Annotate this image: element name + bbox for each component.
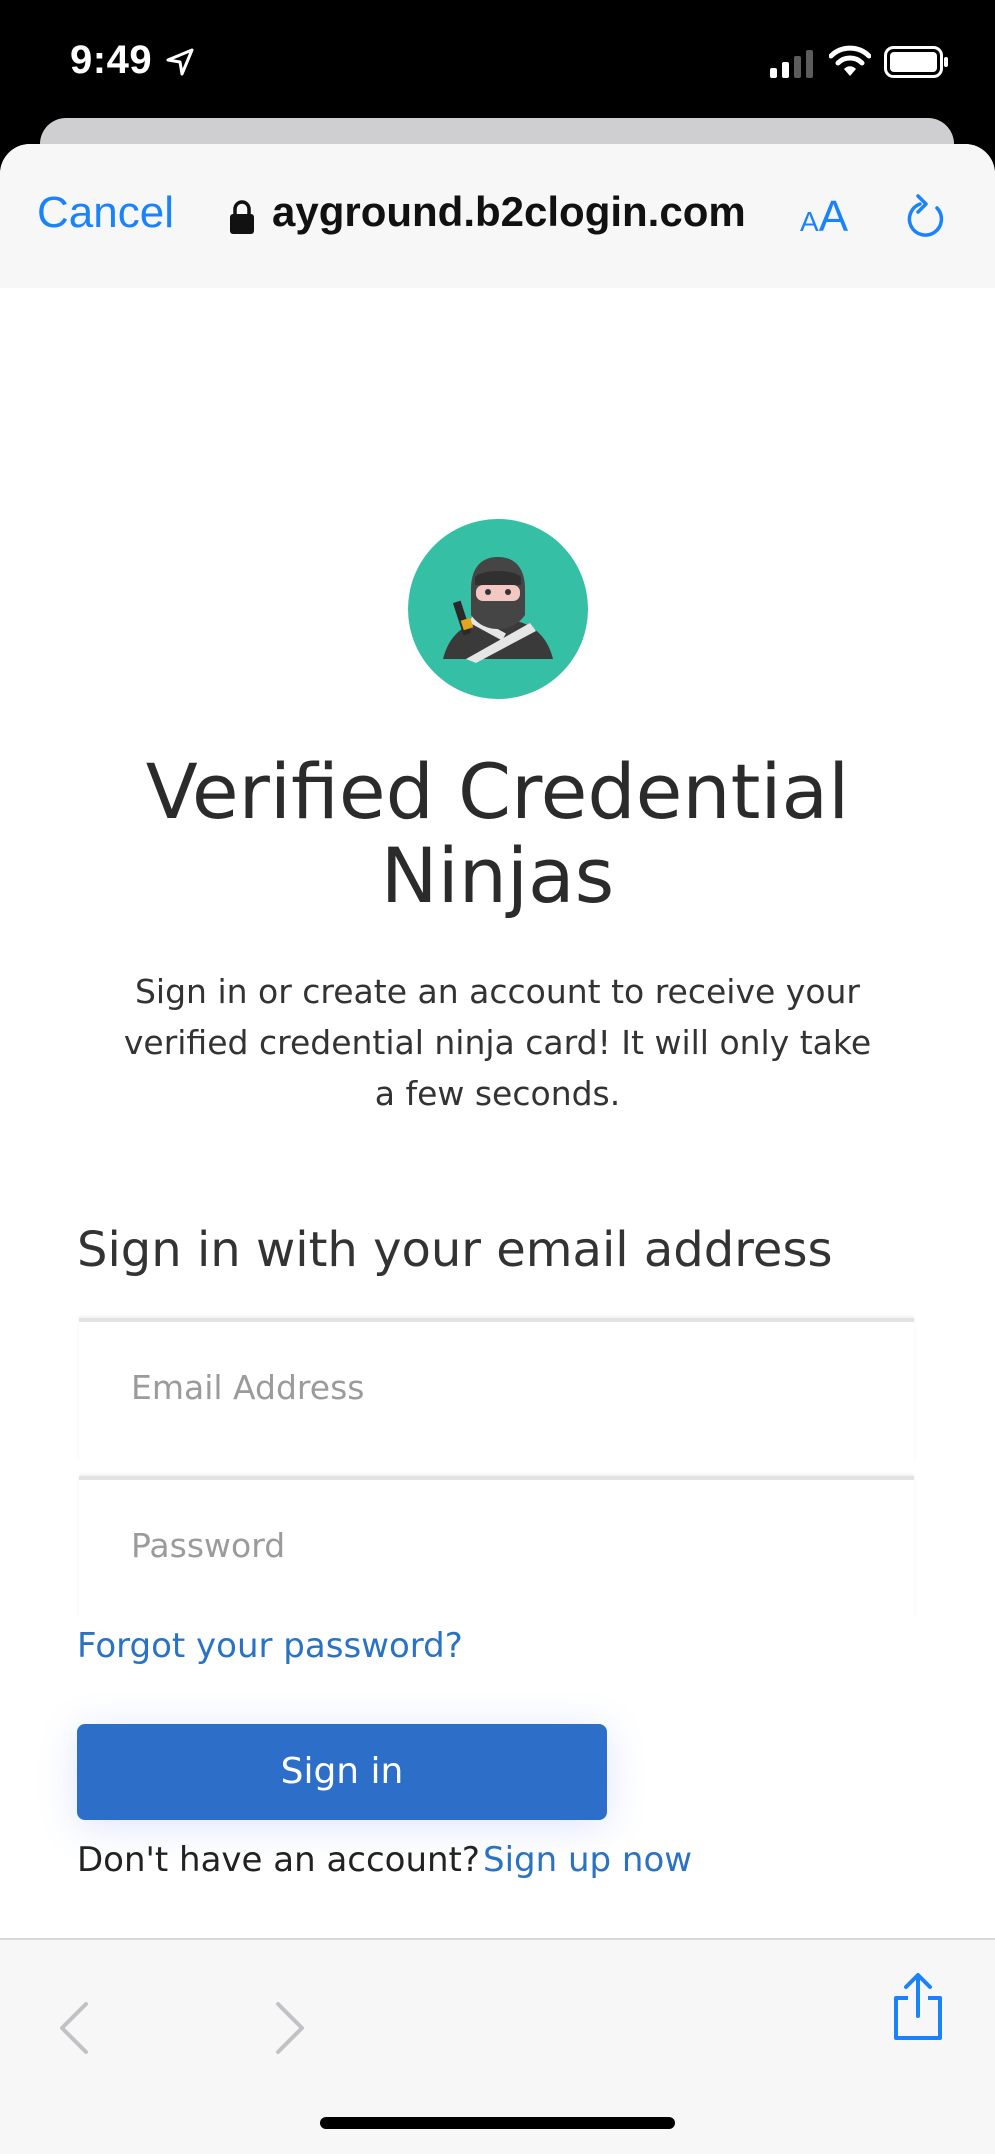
page-title: Verified Credential Ninjas bbox=[145, 747, 850, 920]
password-field[interactable] bbox=[79, 1480, 914, 1610]
wifi-icon bbox=[829, 45, 871, 76]
location-arrow-icon bbox=[166, 48, 194, 76]
password-field-wrapper bbox=[79, 1476, 914, 1620]
forgot-password-link[interactable]: Forgot your password? bbox=[77, 1626, 463, 1666]
text-size-button[interactable]: AA bbox=[800, 192, 848, 242]
cancel-button[interactable]: Cancel bbox=[37, 188, 174, 238]
forward-chevron-icon[interactable] bbox=[272, 2000, 308, 2056]
url-field[interactable]: ayground.b2clogin.com bbox=[272, 188, 760, 236]
text-size-small-glyph: A bbox=[800, 206, 819, 237]
lock-icon bbox=[230, 200, 254, 234]
email-field[interactable] bbox=[79, 1322, 914, 1452]
page-content: Verified Credential Ninjas Sign in or cr… bbox=[0, 288, 995, 2084]
home-indicator bbox=[320, 2117, 675, 2129]
ninja-logo-icon bbox=[408, 519, 588, 699]
reload-icon[interactable] bbox=[902, 192, 948, 242]
browser-toolbar: Cancel ayground.b2clogin.com AA bbox=[0, 144, 995, 290]
battery-icon bbox=[884, 46, 948, 78]
back-chevron-icon[interactable] bbox=[56, 2000, 92, 2056]
sign-in-heading: Sign in with your email address bbox=[77, 1222, 833, 1278]
status-bar: 9:49 bbox=[0, 0, 995, 120]
sign-up-link[interactable]: Sign up now bbox=[483, 1840, 692, 1880]
status-time: 9:49 bbox=[70, 38, 153, 82]
intro-text: Sign in or create an account to receive … bbox=[123, 972, 872, 1113]
no-account-text: Don't have an account? bbox=[77, 1840, 480, 1880]
text-size-large-glyph: A bbox=[818, 192, 849, 241]
share-icon[interactable] bbox=[890, 1972, 946, 2042]
browser-sheet: Cancel ayground.b2clogin.com AA Verified… bbox=[0, 144, 995, 2152]
cellular-signal-icon bbox=[770, 50, 813, 78]
email-field-wrapper bbox=[79, 1318, 914, 1462]
sign-in-button[interactable]: Sign in bbox=[77, 1724, 607, 1820]
